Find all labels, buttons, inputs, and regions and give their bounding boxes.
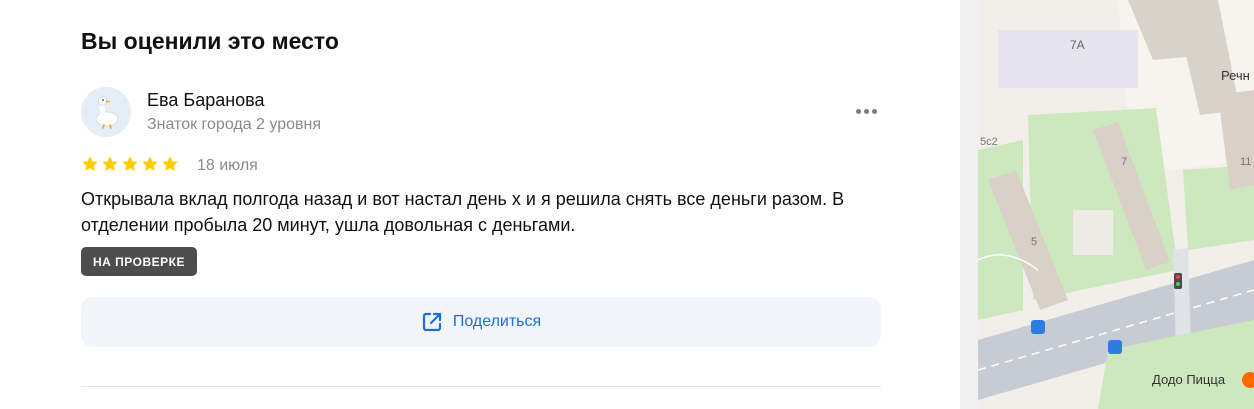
- review-text: Открывала вклад полгода назад и вот наст…: [81, 189, 845, 235]
- author-name[interactable]: Ева Баранова: [147, 90, 265, 111]
- panel-gutter: [960, 0, 978, 409]
- more-dots-icon: [855, 108, 861, 114]
- svg-text:5: 5: [1031, 236, 1037, 248]
- goose-avatar-icon: [95, 96, 119, 129]
- rating-stars: [81, 155, 179, 173]
- star-icon: [142, 156, 158, 171]
- svg-text:11: 11: [1240, 156, 1251, 168]
- svg-text:Додо Пицца: Додо Пицца: [1152, 372, 1226, 387]
- status-badge: НА ПРОВЕРКЕ: [81, 247, 197, 276]
- external-share-icon: [422, 312, 441, 332]
- star-icon: [82, 156, 98, 171]
- star-icon: [162, 156, 178, 171]
- svg-text:5с2: 5с2: [980, 136, 998, 148]
- svg-text:7: 7: [1121, 156, 1127, 168]
- star-icon: [102, 156, 118, 171]
- map-view[interactable]: 7А Речн 5с2 7 11 5 Додо Пицца: [978, 0, 1254, 409]
- avatar[interactable]: [81, 87, 131, 137]
- share-button-label: Поделиться: [452, 313, 542, 330]
- divider: [81, 386, 881, 387]
- svg-text:7А: 7А: [1070, 38, 1085, 52]
- map-building-7a: [998, 30, 1138, 88]
- share-button[interactable]: Поделиться: [81, 297, 881, 347]
- page-title: Вы оценили это место: [81, 28, 339, 54]
- svg-text:Речн: Речн: [1221, 68, 1250, 83]
- review-panel: Вы оценили это место Ева Баранова Знаток…: [0, 0, 960, 409]
- author-level: Знаток города 2 уровня: [147, 116, 322, 133]
- more-options-button[interactable]: [849, 99, 883, 123]
- review-date: 18 июля: [197, 157, 258, 174]
- star-icon: [122, 156, 138, 171]
